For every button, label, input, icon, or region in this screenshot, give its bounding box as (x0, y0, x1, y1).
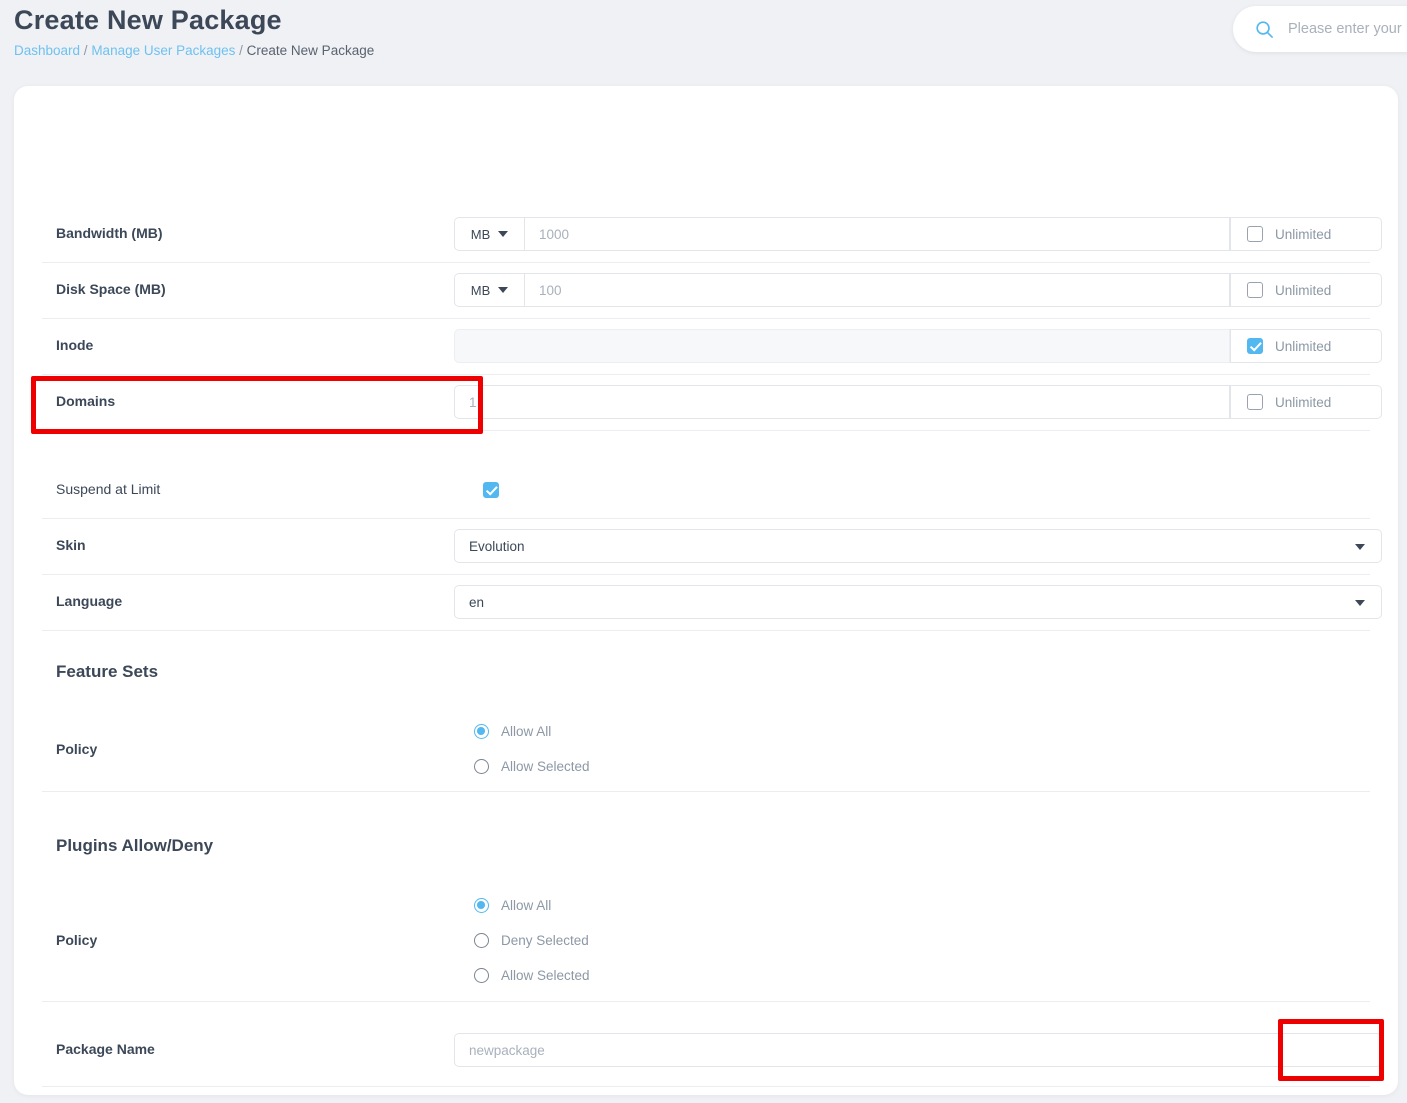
radio-feature-sets-allow-selected[interactable]: Allow Selected (474, 757, 590, 775)
form-card: Bandwidth (MB) MB Unlimited Disk Space (… (14, 86, 1398, 1095)
divider (42, 791, 1370, 792)
field-label-language: Language (56, 593, 123, 609)
field-row-domains: Domains Unlimited (42, 385, 1382, 419)
skin-select-value: Evolution (469, 538, 525, 554)
domains-input[interactable] (454, 385, 1230, 419)
section-heading-feature-sets: Feature Sets (56, 662, 159, 681)
chevron-down-icon (1355, 600, 1365, 606)
field-row-package-name: Package Name (42, 1033, 1382, 1067)
field-label-inode: Inode (56, 337, 94, 353)
radio-feature-sets-allow-all[interactable]: Allow All (474, 722, 551, 740)
unlimited-checkbox-inode[interactable] (1247, 338, 1263, 354)
radio-plugins-allow-selected[interactable]: Allow Selected (474, 966, 590, 984)
unit-select-value: MB (470, 282, 491, 298)
divider (42, 430, 1370, 431)
suspend-at-limit-checkbox[interactable] (483, 482, 499, 498)
field-label-domains: Domains (56, 393, 116, 409)
policy-label-plugins: Policy (56, 932, 98, 948)
field-row-inode: Inode Unlimited (42, 329, 1382, 363)
breadcrumb-item-current: Create New Package (246, 43, 375, 58)
unlimited-checkbox-domains[interactable] (1247, 394, 1263, 410)
unlimited-label-disk-space: Unlimited (1275, 282, 1332, 298)
breadcrumb: Dashboard / Manage User Packages / Creat… (14, 41, 1214, 61)
unlimited-toggle-disk-space[interactable]: Unlimited (1230, 273, 1382, 307)
unit-select-bandwidth[interactable]: MB (454, 217, 524, 251)
unlimited-toggle-inode[interactable]: Unlimited (1230, 329, 1382, 363)
bandwidth-input[interactable] (524, 217, 1230, 251)
breadcrumb-separator: / (80, 43, 92, 58)
radio-label: Allow All (501, 723, 552, 739)
unlimited-checkbox-disk-space[interactable] (1247, 282, 1263, 298)
form-card-inner: Bandwidth (MB) MB Unlimited Disk Space (… (42, 86, 1382, 1095)
language-select-value: en (469, 594, 485, 610)
radio-icon[interactable] (474, 758, 489, 774)
divider (42, 518, 1370, 519)
inode-input (454, 329, 1230, 363)
unlimited-toggle-bandwidth[interactable]: Unlimited (1230, 217, 1382, 251)
radio-icon[interactable] (474, 932, 489, 948)
radio-icon[interactable] (474, 897, 489, 913)
field-row-bandwidth: Bandwidth (MB) MB Unlimited (42, 217, 1382, 251)
chevron-down-icon (498, 287, 509, 293)
unit-select-disk-space[interactable]: MB (454, 273, 524, 307)
disk-space-input[interactable] (524, 273, 1230, 307)
radio-label: Allow Selected (501, 758, 590, 774)
search-input[interactable] (1288, 21, 1407, 37)
divider (42, 262, 1370, 263)
policy-label-feature-sets: Policy (56, 741, 98, 757)
divider (42, 374, 1370, 375)
divider (42, 1001, 1370, 1002)
radio-label: Allow All (501, 897, 552, 913)
breadcrumb-separator: / (235, 43, 247, 58)
page-root: Create New Package Dashboard / Manage Us… (0, 0, 1407, 1103)
field-row-language: Language en (42, 585, 1382, 619)
search-box[interactable] (1233, 6, 1407, 52)
radio-label: Allow Selected (501, 967, 590, 983)
breadcrumb-item-dashboard[interactable]: Dashboard (14, 43, 80, 58)
chevron-down-icon (498, 231, 509, 237)
search-icon (1256, 20, 1273, 38)
radio-plugins-deny-selected[interactable]: Deny Selected (474, 931, 589, 949)
section-heading-plugins: Plugins Allow/Deny (56, 836, 214, 855)
divider (42, 630, 1370, 631)
page-title: Create New Package (14, 5, 282, 35)
radio-icon[interactable] (474, 967, 489, 983)
unlimited-label-inode: Unlimited (1275, 338, 1332, 354)
field-row-suspend-at-limit: Suspend at Limit (42, 473, 1370, 507)
field-label-package-name: Package Name (56, 1041, 155, 1057)
field-label-disk-space: Disk Space (MB) (56, 281, 166, 297)
unlimited-label-bandwidth: Unlimited (1275, 226, 1332, 242)
field-row-disk-space: Disk Space (MB) MB Unlimited (42, 273, 1382, 307)
divider (42, 318, 1370, 319)
field-label-skin: Skin (56, 537, 86, 553)
field-label-bandwidth: Bandwidth (MB) (56, 225, 163, 241)
unlimited-toggle-domains[interactable]: Unlimited (1230, 385, 1382, 419)
breadcrumb-item-manage-user-packages[interactable]: Manage User Packages (91, 43, 235, 58)
radio-icon[interactable] (474, 723, 489, 739)
unit-select-value: MB (470, 226, 491, 242)
field-row-skin: Skin Evolution (42, 529, 1382, 563)
package-name-input[interactable] (454, 1033, 1382, 1067)
unlimited-label-domains: Unlimited (1275, 394, 1332, 410)
radio-label: Deny Selected (501, 932, 589, 948)
field-label-suspend-at-limit: Suspend at Limit (56, 481, 161, 497)
page-header: Create New Package Dashboard / Manage Us… (14, 0, 1214, 70)
language-select[interactable]: en (454, 585, 1382, 619)
divider (42, 574, 1370, 575)
divider (42, 1086, 1370, 1087)
chevron-down-icon (1355, 544, 1365, 550)
skin-select[interactable]: Evolution (454, 529, 1382, 563)
unlimited-checkbox-bandwidth[interactable] (1247, 226, 1263, 242)
radio-plugins-allow-all[interactable]: Allow All (474, 896, 551, 914)
